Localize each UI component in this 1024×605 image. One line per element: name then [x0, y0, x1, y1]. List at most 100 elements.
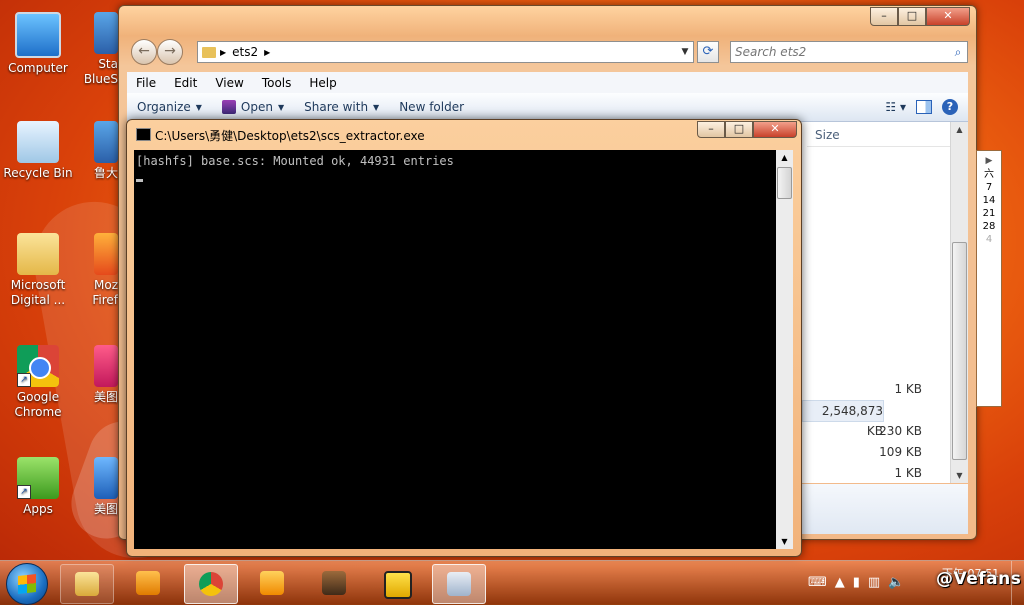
forward-button[interactable]: → [157, 39, 183, 65]
console-scrollbar[interactable]: ▲ ▼ [776, 150, 793, 549]
taskbar-chrome[interactable] [184, 564, 238, 604]
bus-icon [384, 571, 412, 599]
refresh-button[interactable]: ⟳ [697, 41, 719, 63]
file-list-scrollbar[interactable]: ▲ ▼ [950, 122, 968, 483]
menu-view[interactable]: View [206, 76, 252, 90]
new-folder-label: New folder [399, 100, 465, 114]
desktop-icon-recycle-bin[interactable]: Recycle Bin [0, 121, 76, 181]
scrollbar-thumb[interactable] [952, 242, 967, 460]
show-hidden-icons-icon[interactable]: ▲ [835, 575, 845, 590]
taskbar-bus-app[interactable] [370, 564, 422, 602]
calendar-day[interactable]: 7 [977, 181, 1001, 194]
chevron-down-icon[interactable]: ▼ [677, 47, 693, 57]
file-size: 1 KB [894, 382, 922, 396]
desktop-icon-label: Recycle Bin [3, 166, 73, 180]
console-window[interactable]: C:\Users\勇健\Desktop\ets2\scs_extractor.e… [126, 119, 802, 557]
calendar-day[interactable]: 4 [977, 233, 1001, 246]
menu-help[interactable]: Help [300, 76, 345, 90]
desktop-icon-label: Moz Firef [92, 278, 118, 307]
volume-icon[interactable]: 🔈 [888, 575, 904, 590]
file-size: 230 KB [879, 424, 922, 438]
column-header-size[interactable]: Size [807, 122, 954, 147]
menu-edit[interactable]: Edit [165, 76, 206, 90]
close-button[interactable]: ✕ [753, 121, 797, 138]
menu-file[interactable]: File [127, 76, 165, 90]
console-icon [136, 128, 151, 141]
desktop-icon-microsoft-digital[interactable]: Microsoft Digital ... [0, 233, 76, 308]
new-folder-button[interactable]: New folder [389, 100, 474, 114]
chevron-down-icon: ▼ [373, 102, 380, 112]
desktop-icon-label: 美图 [93, 390, 118, 404]
minimize-button[interactable]: – [870, 7, 898, 26]
search-input[interactable] [731, 44, 949, 60]
help-icon[interactable]: ? [942, 99, 958, 115]
desktop-icon-firefox[interactable]: Moz Firef [78, 233, 118, 308]
calendar-gadget[interactable]: ▶ 六 7 14 21 28 4 [976, 150, 1002, 407]
desktop-icon-label: 美图 [93, 502, 118, 516]
recycle-bin-icon [17, 121, 59, 163]
menu-tools[interactable]: Tools [253, 76, 301, 90]
winrar-icon [221, 100, 236, 114]
truck-icon [322, 571, 346, 595]
explorer-window-controls: – □ ✕ [870, 7, 970, 26]
breadcrumb-ets2[interactable]: ets2 [232, 45, 258, 59]
maximize-button[interactable]: □ [898, 7, 926, 26]
column-size-label: Size [815, 128, 840, 142]
desktop-icon-bluestacks[interactable]: Sta BlueS [78, 12, 118, 87]
app-k-icon [260, 571, 284, 595]
calendar-day[interactable]: 21 [977, 207, 1001, 220]
app-icon [94, 121, 118, 163]
media-player-icon [136, 571, 160, 595]
console-output[interactable]: [hashfs] base.scs: Mounted ok, 44931 ent… [134, 150, 776, 549]
taskbar-app-k[interactable] [246, 564, 298, 602]
computer-icon [15, 12, 61, 58]
calendar-day[interactable]: 14 [977, 194, 1001, 207]
open-button[interactable]: Open ▼ [212, 100, 294, 114]
minimize-button[interactable]: – [697, 121, 725, 138]
keyboard-icon[interactable]: ⌨ [808, 575, 827, 590]
organize-button[interactable]: Organize ▼ [127, 100, 212, 114]
file-size: 1 KB [894, 466, 922, 480]
file-size: 109 KB [879, 445, 922, 459]
preview-pane-icon[interactable] [916, 100, 932, 114]
chrome-icon: ↗ [17, 345, 59, 387]
taskbar-media-player[interactable] [122, 564, 174, 602]
taskbar-explorer[interactable] [60, 564, 114, 604]
shortcut-arrow-icon: ↗ [17, 485, 31, 499]
network-icon[interactable]: ▥ [868, 575, 880, 590]
text-cursor [136, 179, 143, 182]
desktop-icon-google-chrome[interactable]: ↗ Google Chrome [0, 345, 76, 420]
scroll-down-icon[interactable]: ▼ [776, 534, 793, 549]
taskbar-console[interactable] [432, 564, 486, 604]
scroll-up-icon[interactable]: ▲ [951, 122, 968, 137]
desktop-icon-computer[interactable]: Computer [0, 12, 76, 76]
maximize-button[interactable]: □ [725, 121, 753, 138]
desktop-icon-app-2[interactable]: 鲁大 [78, 121, 118, 181]
shortcut-arrow-icon: ↗ [17, 373, 31, 387]
search-box[interactable]: ⌕ [730, 41, 968, 63]
scroll-up-icon[interactable]: ▲ [776, 150, 793, 165]
desktop-icon-meitu-1[interactable]: 美图 [78, 345, 118, 405]
start-button[interactable] [6, 563, 48, 605]
folder-icon [202, 46, 216, 58]
calendar-day[interactable]: 28 [977, 220, 1001, 233]
meitu-icon [94, 345, 118, 387]
console-window-controls: – □ ✕ [697, 121, 797, 138]
close-button[interactable]: ✕ [926, 7, 970, 26]
search-icon[interactable]: ⌕ [949, 45, 967, 60]
desktop-icon-apps[interactable]: ↗ Apps [0, 457, 76, 517]
taskbar-truck-game[interactable] [308, 564, 360, 602]
scroll-down-icon[interactable]: ▼ [951, 468, 968, 483]
view-options-icon[interactable]: ☷ ▾ [885, 100, 906, 114]
scrollbar-thumb[interactable] [777, 167, 792, 199]
share-with-button[interactable]: Share with ▼ [294, 100, 389, 114]
power-icon[interactable]: ▮ [853, 575, 860, 590]
command-bar: Organize ▼ Open ▼ Share with ▼ New folder ☷… [127, 93, 968, 122]
back-button[interactable]: ← [131, 39, 157, 65]
chrome-icon [199, 572, 223, 596]
file-size-selected[interactable]: 2,548,873 KB [802, 400, 884, 438]
open-label: Open [240, 100, 273, 114]
chevron-right-icon[interactable]: ▶ [977, 155, 1001, 168]
address-bar[interactable]: ▶ ets2 ▶ ▼ [197, 41, 694, 63]
desktop-icon-meitu-2[interactable]: 美图 [78, 457, 118, 517]
